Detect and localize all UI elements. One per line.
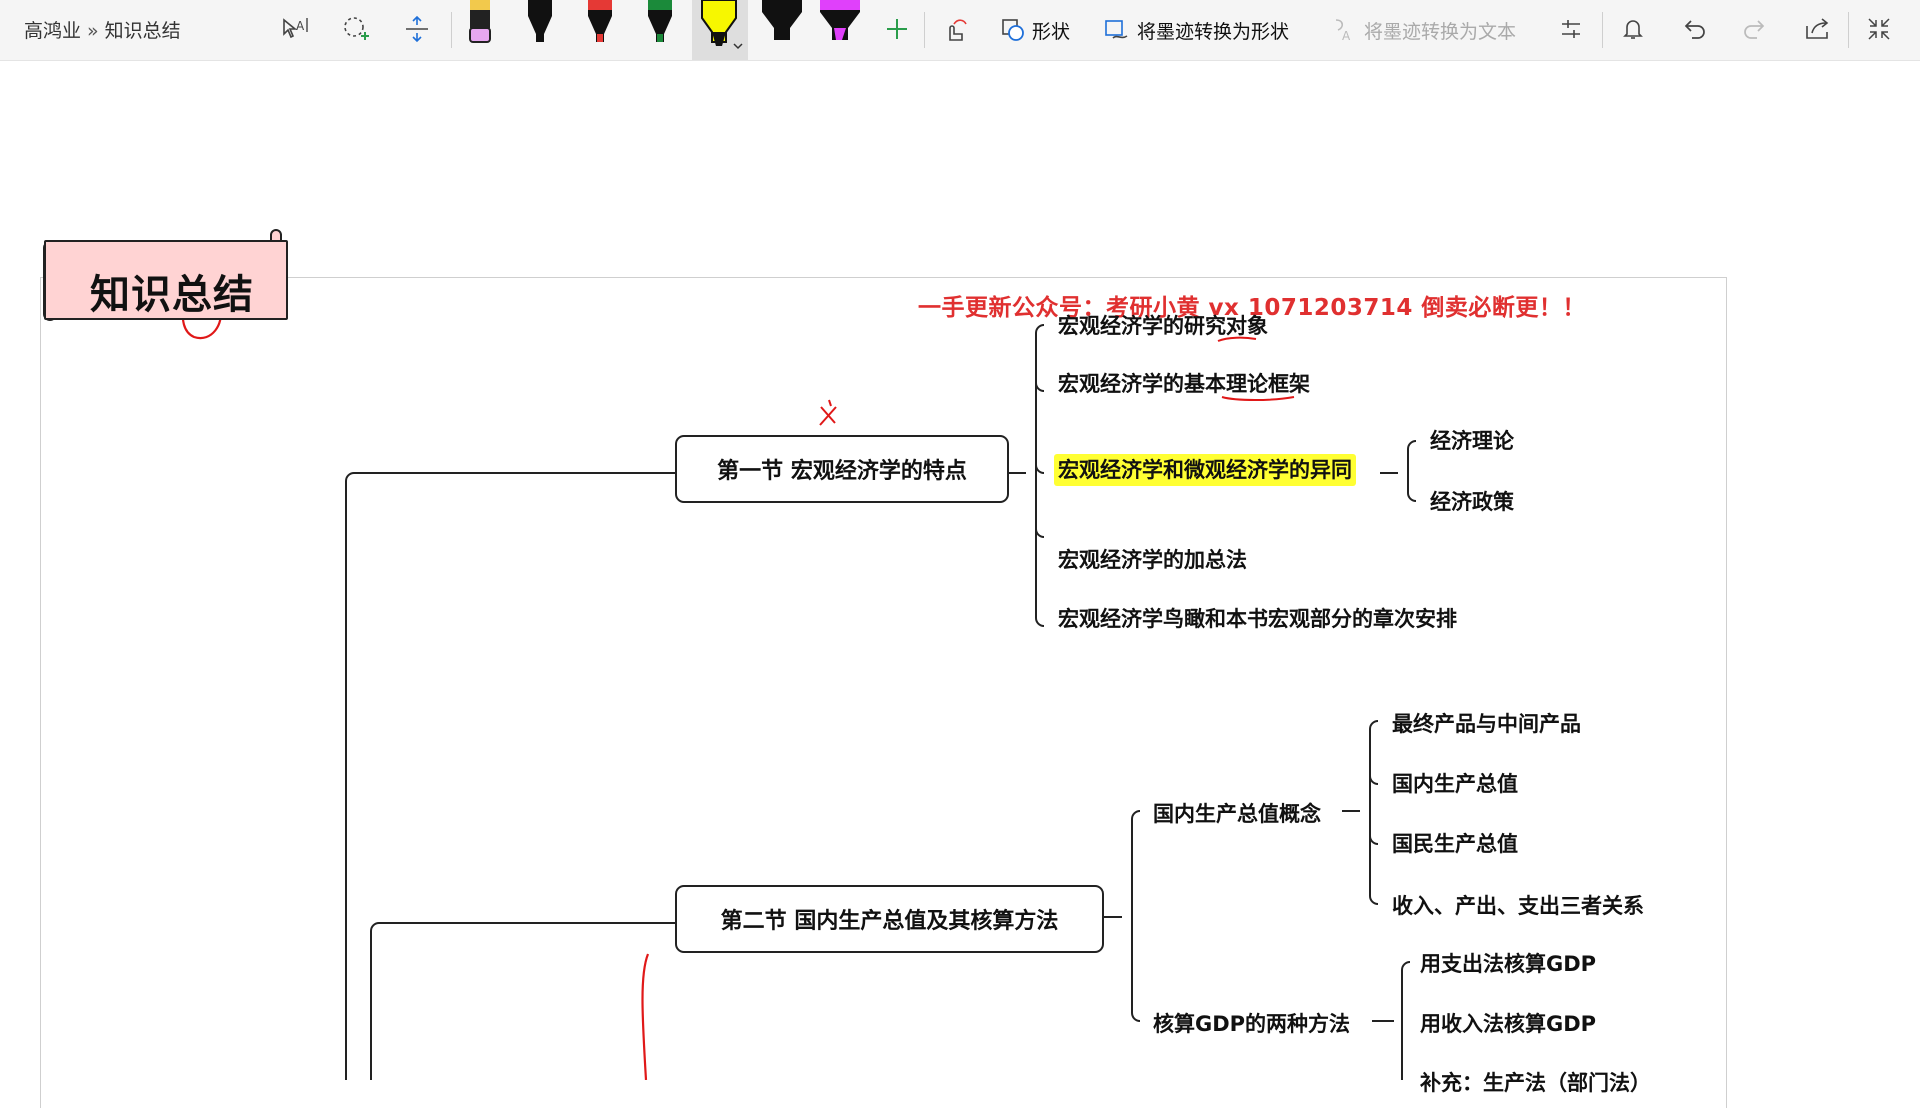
leaf-aggregation[interactable]: 宏观经济学的加总法 (1058, 544, 1247, 574)
toolbar-divider (451, 12, 452, 48)
ink-to-shape-icon (1105, 20, 1128, 39)
mindmap-frame (40, 277, 1727, 1108)
leaf-economic-policy[interactable]: 经济政策 (1430, 486, 1514, 516)
ink-to-text-button[interactable]: A 将墨迹转换为文本 (1330, 14, 1516, 46)
touch-writing-icon[interactable] (938, 12, 972, 46)
ink-to-text-label: 将墨迹转换为文本 (1364, 20, 1517, 43)
add-pen-icon[interactable] (880, 12, 914, 46)
shapes-label: 形状 (1032, 20, 1071, 43)
shapes-button[interactable]: 形状 (1000, 14, 1070, 46)
highlighter-yellow-icon[interactable] (692, 0, 748, 60)
leaf-economic-theory[interactable]: 经济理论 (1430, 425, 1514, 455)
shapes-icon (1002, 19, 1024, 41)
leaf-macro-micro-compare[interactable]: 宏观经济学和微观经济学的异同 (1054, 454, 1356, 486)
leaf-gdp[interactable]: 国内生产总值 (1392, 768, 1518, 798)
pen-black-icon[interactable] (518, 0, 562, 48)
leaf-final-intermediate[interactable]: 最终产品与中间产品 (1392, 708, 1581, 738)
page-title: 知识总结 (90, 272, 254, 318)
ink-to-shape-label: 将墨迹转换为形状 (1137, 20, 1290, 43)
leaf-chapter-arrangement[interactable]: 宏观经济学鸟瞰和本书宏观部分的章次安排 (1058, 603, 1457, 633)
leaf-income-output-expenditure[interactable]: 收入、产出、支出三者关系 (1392, 890, 1644, 920)
redo-icon[interactable] (1738, 12, 1772, 46)
leaf-production-method[interactable]: 补充：生产法（部门法） (1420, 1067, 1651, 1097)
breadcrumb-separator: » (87, 20, 99, 42)
bell-icon[interactable] (1616, 12, 1650, 46)
title-scroll-banner: 知识总结 (40, 226, 288, 321)
lasso-text-select-icon[interactable]: A (278, 12, 312, 46)
ink-settings-icon[interactable] (1554, 12, 1588, 46)
leaf-income-method[interactable]: 用收入法核算GDP (1420, 1008, 1596, 1038)
leaf-expenditure-method[interactable]: 用支出法核算GDP (1420, 948, 1596, 978)
gdp-concept-node[interactable]: 国内生产总值概念 (1153, 798, 1321, 828)
highlight-text: 宏观经济学和微观经济学的异同 (1054, 454, 1356, 486)
svg-text:A: A (1342, 29, 1351, 43)
toolbar-divider (1602, 12, 1603, 48)
ink-to-text-icon: A (1335, 19, 1351, 43)
add-space-icon[interactable] (400, 12, 434, 46)
leaf-gnp[interactable]: 国民生产总值 (1392, 828, 1518, 858)
highlighter-black-icon[interactable] (756, 0, 808, 48)
breadcrumb-current[interactable]: 知识总结 (105, 20, 181, 42)
leaf-theory-framework[interactable]: 宏观经济学的基本理论框架 (1058, 368, 1310, 398)
gdp-methods-node[interactable]: 核算GDP的两种方法 (1153, 1008, 1350, 1038)
highlighter-magenta-icon[interactable] (814, 0, 866, 48)
section2-node[interactable]: 第二节 国内生产总值及其核算方法 (675, 885, 1104, 953)
ink-toolbar: 高鸿业 » 知识总结 A 形状 将墨迹转换为形状 A 将墨迹转换为文本 (0, 0, 1920, 61)
pen-pink-icon[interactable] (458, 0, 502, 48)
svg-text:A: A (296, 19, 305, 33)
leaf-research-object[interactable]: 宏观经济学的研究对象 (1058, 310, 1268, 340)
toolbar-divider (924, 12, 925, 48)
pen-red-icon[interactable] (578, 0, 622, 48)
ink-to-shape-button[interactable]: 将墨迹转换为形状 (1103, 14, 1289, 46)
section1-node[interactable]: 第一节 宏观经济学的特点 (675, 435, 1009, 503)
breadcrumb-parent[interactable]: 高鸿业 (24, 20, 81, 42)
toolbar-divider (1848, 12, 1849, 48)
share-icon[interactable] (1800, 12, 1834, 46)
note-canvas[interactable]: 一手更新公众号：考研小黄 vx 1071203714 倒卖必断更！！ 知识总结 … (0, 61, 1920, 1108)
undo-icon[interactable] (1677, 12, 1711, 46)
lasso-select-icon[interactable] (339, 12, 373, 46)
breadcrumb: 高鸿业 » 知识总结 (24, 16, 181, 43)
pen-green-icon[interactable] (638, 0, 682, 48)
collapse-fullscreen-icon[interactable] (1862, 12, 1896, 46)
